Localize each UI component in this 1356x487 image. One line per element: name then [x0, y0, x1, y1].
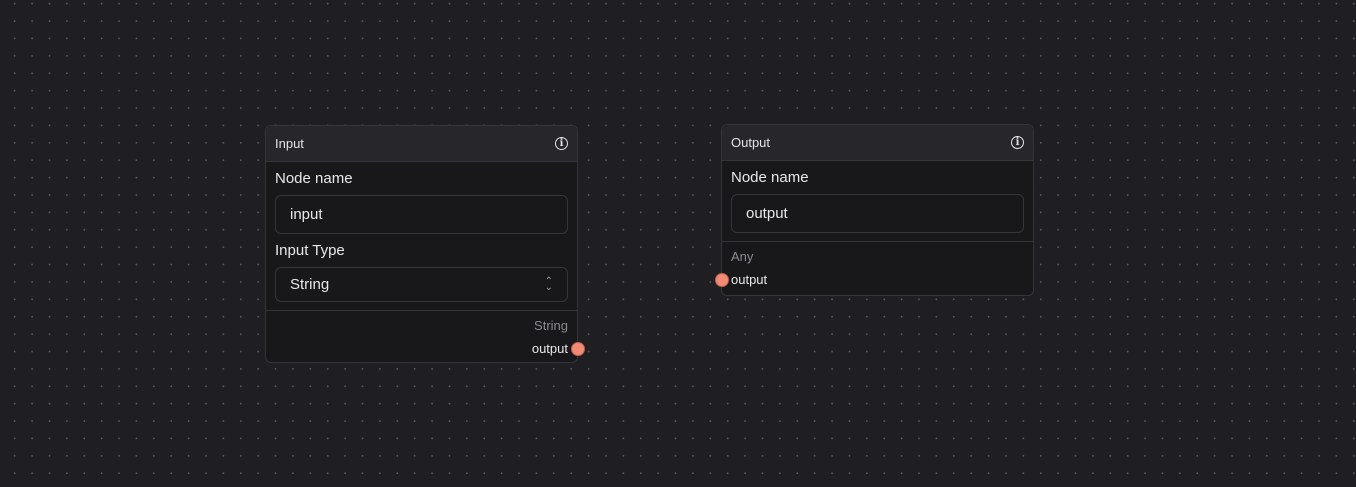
- input-type-value: String: [290, 276, 330, 293]
- output-node[interactable]: Output i Node name output Any output: [715, 124, 1034, 296]
- info-icon[interactable]: i: [555, 137, 568, 150]
- chevron-up-down-icon: ⌃ ⌄: [544, 275, 553, 293]
- port-type: Any: [731, 249, 754, 264]
- input-node[interactable]: Input i Node name input Input Type Strin…: [265, 125, 585, 363]
- node-name-value: output: [746, 205, 788, 222]
- port-type: String: [534, 318, 568, 333]
- input-type-select[interactable]: String ⌃ ⌄: [275, 267, 568, 302]
- input-port-handle[interactable]: [715, 273, 729, 287]
- port-name: output: [531, 341, 568, 356]
- node-name-input[interactable]: input: [275, 195, 568, 234]
- node-title: Input: [275, 136, 304, 151]
- input-node-header[interactable]: Input i: [266, 126, 577, 162]
- output-port-handle[interactable]: [571, 342, 585, 356]
- output-node-header[interactable]: Output i: [722, 125, 1033, 161]
- node-name-label: Node name: [731, 169, 809, 186]
- node-name-value: input: [290, 206, 323, 223]
- node-name-input[interactable]: output: [731, 194, 1024, 233]
- port-name: output: [731, 272, 768, 287]
- info-icon[interactable]: i: [1011, 136, 1024, 149]
- node-name-label: Node name: [275, 170, 353, 187]
- input-type-label: Input Type: [275, 242, 345, 259]
- node-title: Output: [731, 135, 771, 150]
